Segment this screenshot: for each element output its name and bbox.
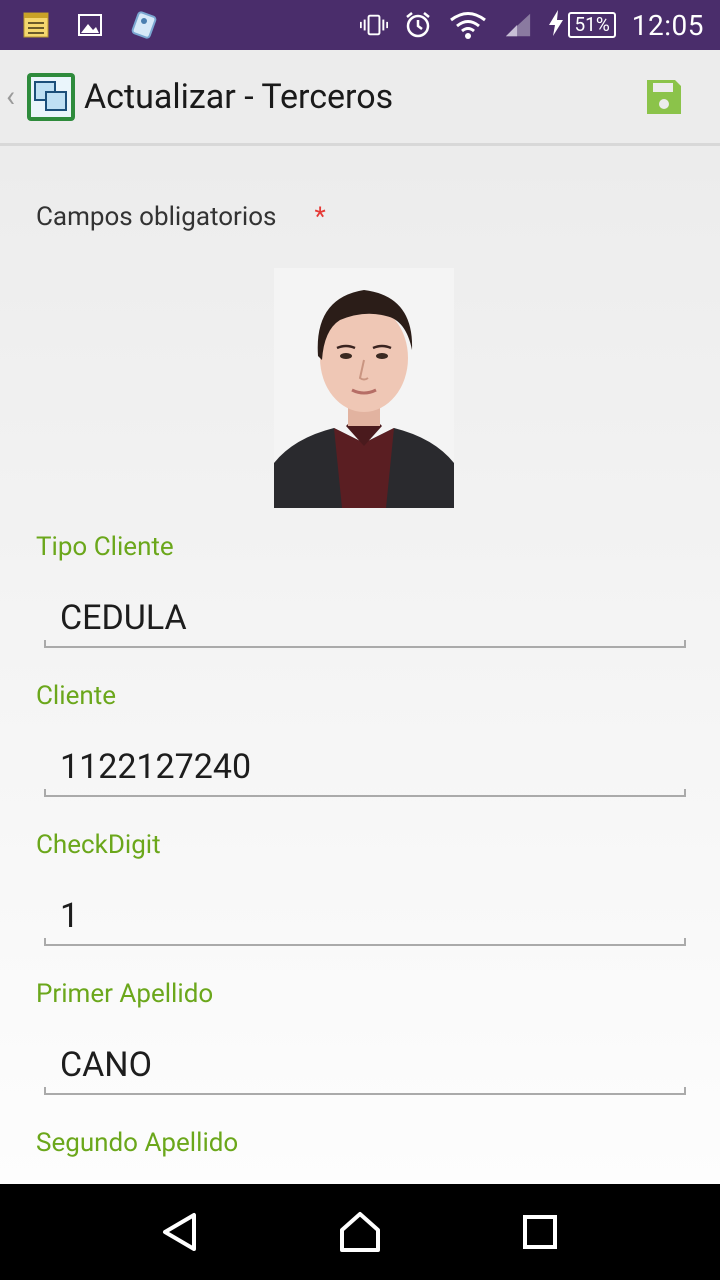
field-underline: [44, 938, 686, 946]
field-label-cliente: Cliente: [36, 681, 117, 711]
status-bar: 51% 12:05: [0, 0, 720, 50]
page-title: Actualizar - Terceros: [84, 76, 394, 117]
cliente-input[interactable]: 1122127240: [60, 747, 251, 787]
field-underline: [44, 1087, 686, 1095]
required-label: Campos obligatorios: [36, 202, 277, 232]
back-button[interactable]: [158, 1210, 202, 1254]
signal-icon: [504, 11, 532, 39]
required-fields-note: Campos obligatorios *: [36, 202, 326, 232]
battery-level: 51%: [568, 12, 616, 38]
home-icon: [340, 1212, 380, 1252]
recents-button[interactable]: [518, 1210, 562, 1254]
save-icon: [647, 79, 681, 114]
checkdigit-input[interactable]: 1: [60, 896, 79, 936]
save-button[interactable]: [644, 77, 684, 117]
battery-indicator: 51%: [548, 10, 616, 40]
tag-icon: [130, 11, 158, 39]
field-underline: [44, 640, 686, 648]
primer-apellido-input[interactable]: CANO: [60, 1045, 152, 1085]
image-icon: [76, 11, 104, 39]
field-label-checkdigit: CheckDigit: [36, 830, 161, 860]
action-bar: ‹ Actualizar - Terceros: [0, 50, 720, 146]
back-chevron-icon[interactable]: ‹: [6, 79, 24, 114]
form-content[interactable]: Campos obligatorios * Tipo Cliente CEDUL…: [0, 146, 720, 1184]
field-label-tipo-cliente: Tipo Cliente: [36, 532, 174, 562]
back-triangle-icon: [163, 1213, 196, 1251]
field-value-tipo-cliente[interactable]: CEDULA: [60, 598, 187, 638]
field-label-segundo-apellido: Segundo Apellido: [36, 1128, 239, 1158]
field-underline: [44, 789, 686, 797]
wifi-icon: [448, 11, 488, 39]
app-window-logo[interactable]: [26, 72, 76, 122]
home-button[interactable]: [338, 1210, 382, 1254]
charging-icon: [548, 10, 564, 40]
notes-icon: [22, 11, 50, 39]
alarm-icon: [404, 11, 432, 39]
field-label-primer-apellido: Primer Apellido: [36, 979, 214, 1009]
client-photo[interactable]: [274, 268, 454, 508]
navigation-bar: [0, 1184, 720, 1280]
recents-square-icon: [523, 1215, 557, 1249]
clock: 12:05: [631, 8, 704, 42]
vibrate-icon: [360, 11, 389, 39]
required-asterisk: *: [314, 202, 326, 232]
